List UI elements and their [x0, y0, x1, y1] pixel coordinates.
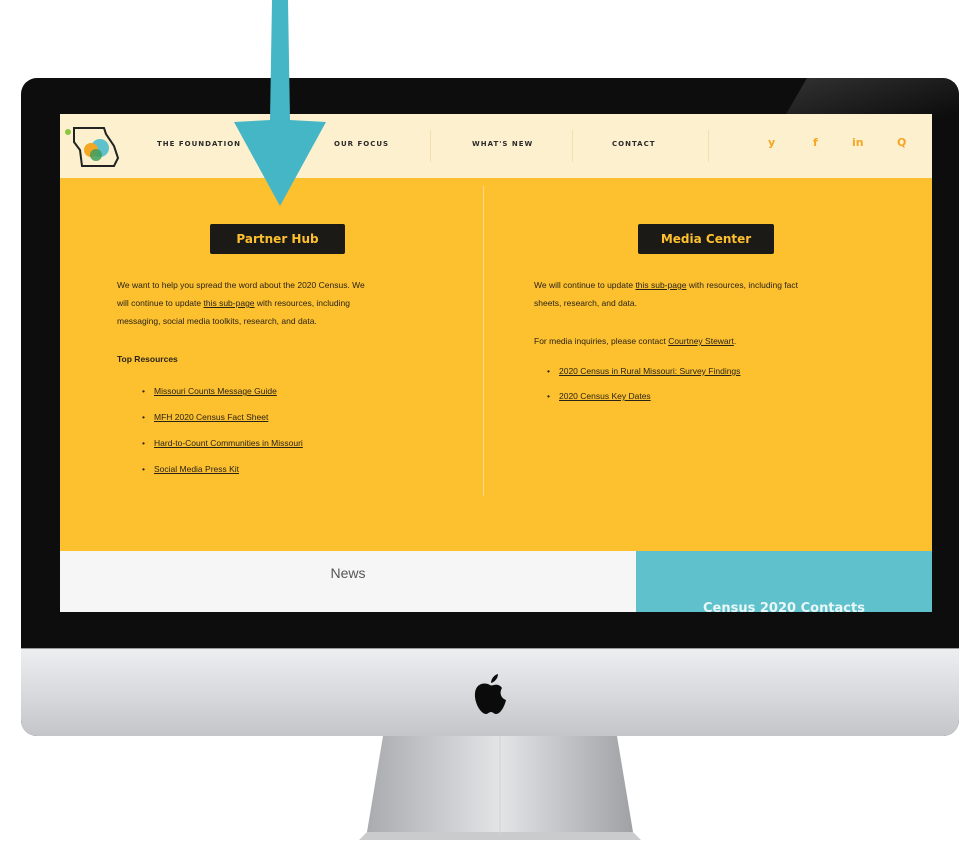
down-arrow-icon: [234, 0, 326, 206]
intro-text: with resources, including: [254, 298, 350, 308]
resource-link[interactable]: Social Media Press Kit: [154, 464, 239, 474]
nav-link-our-focus[interactable]: OUR FOCUS: [334, 140, 389, 148]
website-screen: THE FOUNDATION OUR FOCUS WHAT'S NEW CONT…: [60, 114, 932, 612]
resource-link[interactable]: Missouri Counts Message Guide: [154, 386, 277, 396]
partner-hub-intro-line: We want to help you spread the word abou…: [117, 280, 365, 290]
resource-item: MFH 2020 Census Fact Sheet: [142, 412, 303, 438]
monitor-chin: [21, 648, 959, 736]
media-links-list: 2020 Census in Rural Missouri: Survey Fi…: [547, 366, 740, 416]
contact-text: For media inquiries, please contact: [534, 336, 669, 346]
monitor-stand: [359, 736, 641, 840]
partner-hub-intro: We want to help you spread the word abou…: [117, 276, 447, 330]
news-section: News: [60, 551, 636, 612]
census-contacts-section: Census 2020 Contacts: [636, 551, 932, 612]
media-link[interactable]: 2020 Census Key Dates: [559, 391, 651, 401]
courtney-stewart-link[interactable]: Courtney Stewart: [668, 336, 734, 346]
news-heading: News: [330, 565, 366, 581]
partner-hub-button[interactable]: Partner Hub: [210, 224, 345, 254]
media-link-item: 2020 Census Key Dates: [547, 391, 740, 416]
nav-link-contact[interactable]: CONTACT: [612, 140, 656, 148]
media-center-intro: We will continue to update this sub-page…: [534, 276, 874, 312]
nav-separator: [430, 130, 431, 162]
imac-monitor: THE FOUNDATION OUR FOCUS WHAT'S NEW CONT…: [21, 78, 959, 736]
linkedin-icon[interactable]: in: [852, 136, 864, 149]
intro-text: with resources, including fact: [686, 280, 798, 290]
media-center-intro-line: sheets, research, and data.: [534, 298, 638, 308]
contact-end: .: [733, 336, 737, 346]
facebook-icon[interactable]: f: [813, 136, 818, 149]
resource-item: Missouri Counts Message Guide: [142, 386, 303, 412]
missouri-logo[interactable]: [60, 120, 132, 172]
media-link-item: 2020 Census in Rural Missouri: Survey Fi…: [547, 366, 740, 391]
media-center-intro-line: We will continue to update this sub-page…: [534, 276, 874, 294]
top-resources-list: Missouri Counts Message Guide MFH 2020 C…: [142, 386, 303, 490]
column-divider: [483, 186, 484, 496]
resource-link[interactable]: MFH 2020 Census Fact Sheet: [154, 412, 268, 422]
twitter-icon[interactable]: y: [768, 136, 775, 149]
nav-link-the-foundation[interactable]: THE FOUNDATION: [157, 140, 241, 148]
census-contacts-heading: Census 2020 Contacts: [703, 601, 865, 612]
this-sub-page-link[interactable]: this sub-page: [203, 298, 254, 308]
nav-separator: [708, 130, 709, 162]
partner-hub-intro-line: will continue to update this sub-page wi…: [117, 294, 447, 312]
resource-item: Social Media Press Kit: [142, 464, 303, 490]
top-resources-heading: Top Resources: [117, 354, 178, 364]
site-navigation: THE FOUNDATION OUR FOCUS WHAT'S NEW CONT…: [60, 114, 932, 178]
media-link[interactable]: 2020 Census in Rural Missouri: Survey Fi…: [559, 366, 740, 376]
resource-link[interactable]: Hard-to-Count Communities in Missouri: [154, 438, 303, 448]
apple-logo-icon: [474, 674, 506, 714]
this-sub-page-link[interactable]: this sub-page: [635, 280, 686, 290]
nav-link-whats-new[interactable]: WHAT'S NEW: [472, 140, 533, 148]
nav-separator: [572, 130, 573, 162]
resource-item: Hard-to-Count Communities in Missouri: [142, 438, 303, 464]
intro-text: We will continue to update: [534, 280, 636, 290]
search-icon[interactable]: Q: [897, 136, 906, 149]
intro-text: will continue to update: [117, 298, 204, 308]
media-center-button[interactable]: Media Center: [638, 224, 774, 254]
partner-hub-intro-line: messaging, social media toolkits, resear…: [117, 316, 317, 326]
media-inquiries-text: For media inquiries, please contact Cour…: [534, 332, 874, 350]
